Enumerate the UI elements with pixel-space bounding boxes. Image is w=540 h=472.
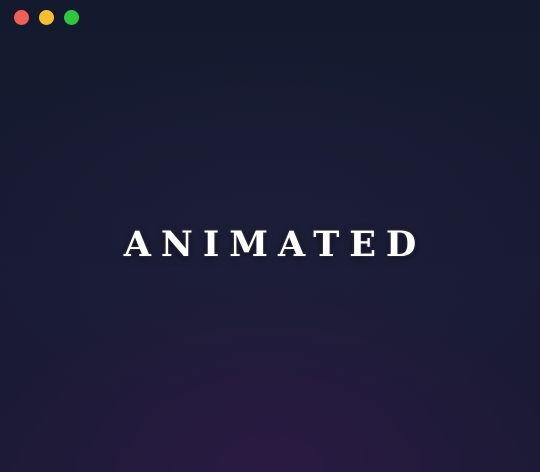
animated-headline: ANIMATED xyxy=(123,224,427,265)
window-controls xyxy=(14,10,79,25)
app-window: ANIMATED xyxy=(0,0,540,472)
close-window-button[interactable] xyxy=(14,10,29,25)
minimize-window-button[interactable] xyxy=(39,10,54,25)
zoom-window-button[interactable] xyxy=(64,10,79,25)
